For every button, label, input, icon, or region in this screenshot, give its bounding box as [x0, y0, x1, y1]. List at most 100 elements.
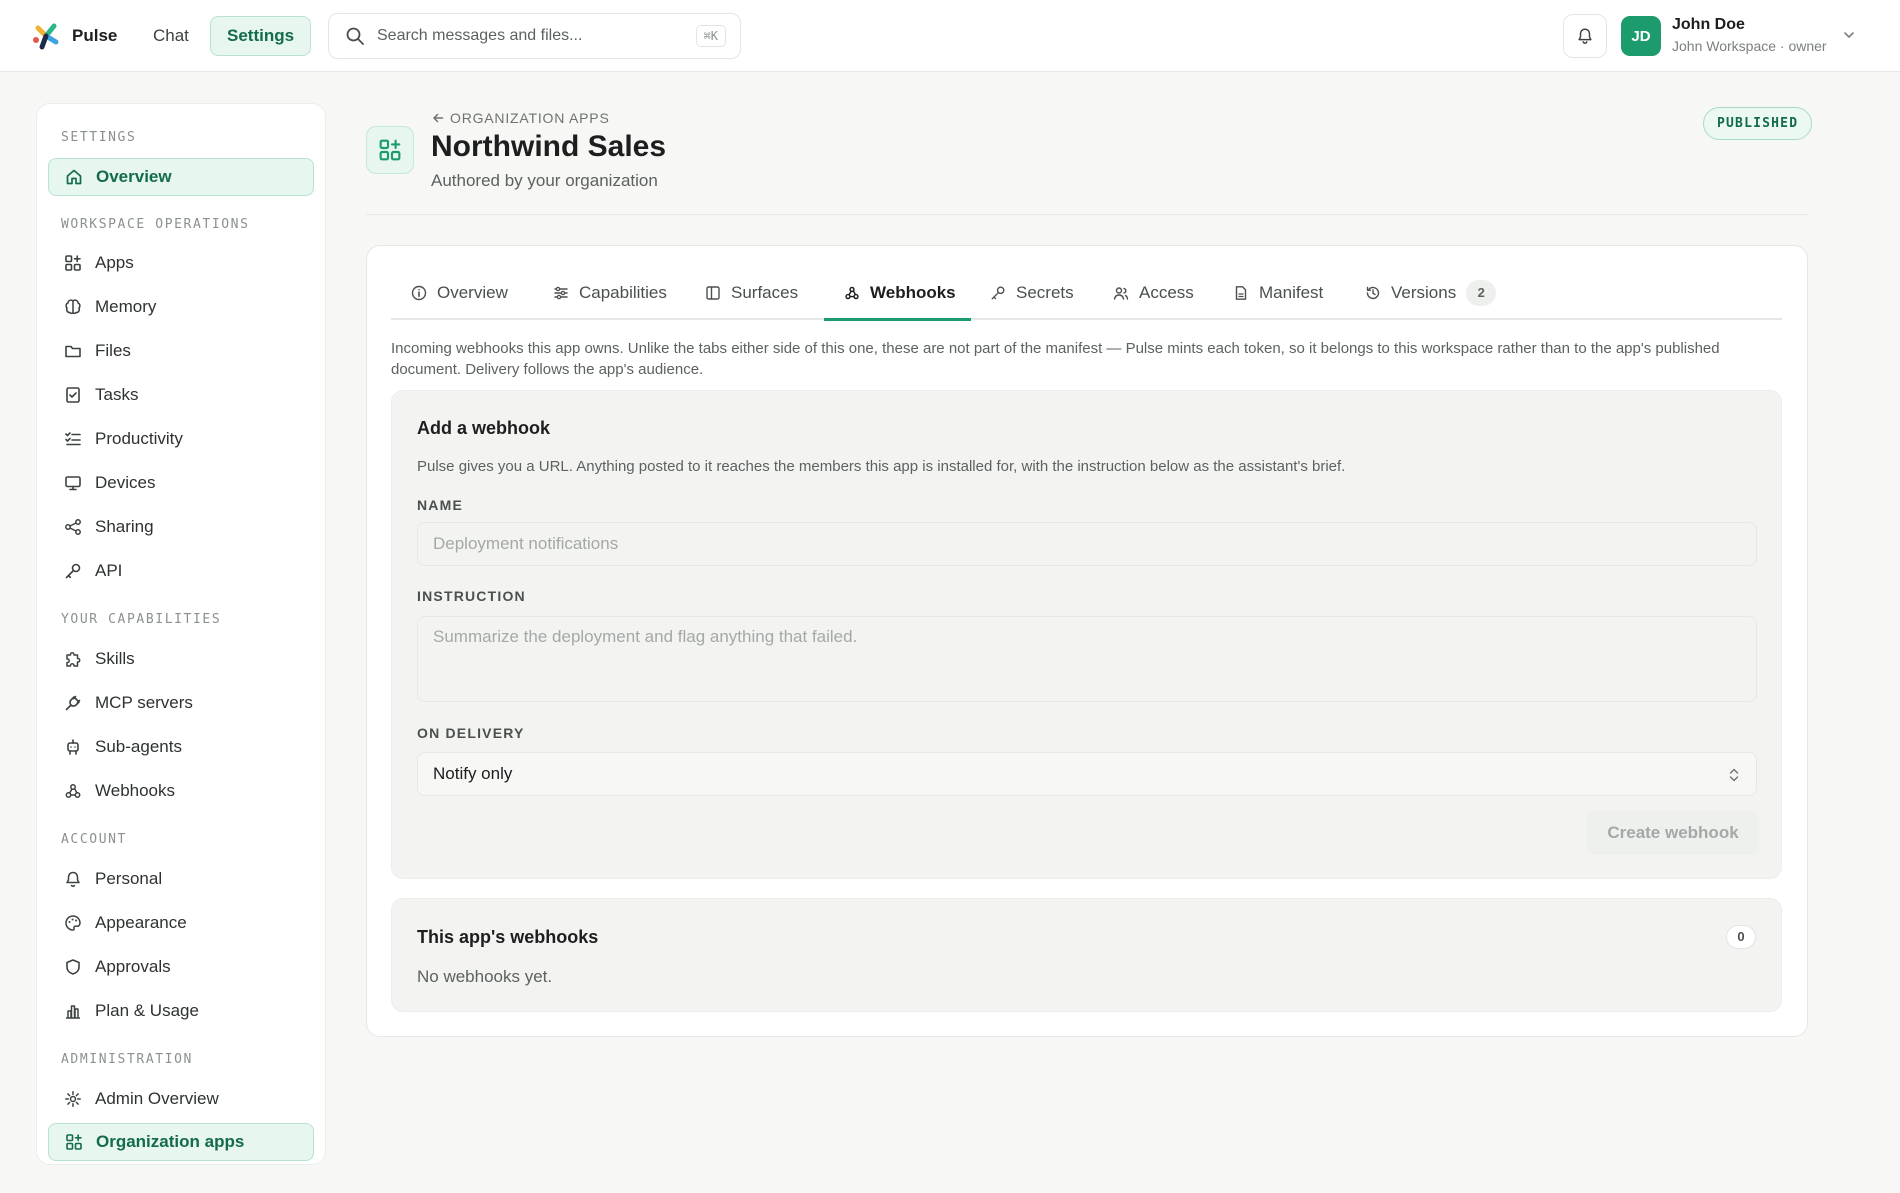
on-delivery-label: ON DELIVERY	[417, 725, 525, 741]
nav-settings[interactable]: Settings	[210, 16, 312, 56]
sidebar-item-memory[interactable]: Memory	[48, 288, 314, 326]
tab-manifest[interactable]: Manifest	[1233, 266, 1323, 320]
arrow-left-icon	[433, 113, 444, 123]
tab-overview[interactable]: Overview	[411, 266, 508, 320]
sidebar-item-webhooks[interactable]: Webhooks	[48, 772, 314, 810]
sidebar-item-personal[interactable]: Personal	[48, 860, 314, 898]
user-name[interactable]: John Doe	[1672, 16, 1745, 34]
bell-icon	[1578, 28, 1592, 44]
section-label-workspace-operations: WORKSPACE OPERATIONS	[61, 217, 250, 232]
tab-label: Versions	[1391, 283, 1457, 302]
sidebar-item-devices[interactable]: Devices	[48, 464, 314, 502]
back-link-label: ORGANIZATION APPS	[450, 110, 610, 126]
section-label-account: ACCOUNT	[61, 832, 127, 847]
sidebar-item-files[interactable]: Files	[48, 332, 314, 370]
webhooks-list-panel: This app's webhooks 0 No webhooks yet.	[391, 898, 1782, 1012]
sidebar-item-organization-apps[interactable]: Organization apps	[48, 1123, 314, 1161]
tab-bar: Overview Capabilities Surfaces Webhooks …	[391, 266, 1782, 321]
sidebar-item-mcp-servers[interactable]: MCP servers	[48, 684, 314, 722]
sidebar-item-appearance[interactable]: Appearance	[48, 904, 314, 942]
sidebar-item-label: Admin Overview	[95, 1089, 219, 1108]
section-label-your-capabilities: YOUR CAPABILITIES	[61, 612, 222, 627]
search-box[interactable]: ⌘K	[328, 13, 741, 59]
search-icon	[346, 27, 364, 45]
nav-chat[interactable]: Chat	[137, 16, 205, 56]
search-shortcut: ⌘K	[695, 25, 726, 47]
sidebar-item-api[interactable]: API	[48, 552, 314, 590]
apps-icon	[65, 255, 81, 271]
tab-label: Overview	[437, 283, 508, 302]
name-label: NAME	[417, 497, 464, 513]
active-tab-indicator	[824, 318, 971, 321]
chevron-updown-icon	[1729, 768, 1739, 782]
on-delivery-select[interactable]: Notify only	[417, 752, 1757, 796]
list-check-icon	[65, 432, 81, 446]
sidebar-item-sharing[interactable]: Sharing	[48, 508, 314, 546]
create-webhook-button[interactable]: Create webhook	[1587, 811, 1759, 855]
back-link[interactable]: ORGANIZATION APPS	[432, 110, 610, 126]
tab-label: Surfaces	[731, 283, 799, 302]
tab-webhooks[interactable]: Webhooks	[844, 266, 956, 320]
app-icon	[366, 126, 414, 174]
sidebar-item-label: Sub-agents	[95, 737, 182, 756]
webhooks-list-title: This app's webhooks	[417, 927, 599, 947]
sidebar-item-sub-agents[interactable]: Sub-agents	[48, 728, 314, 766]
sidebar-item-label: Organization apps	[96, 1132, 245, 1151]
tab-label: Secrets	[1016, 283, 1074, 302]
brand[interactable]: Pulse	[30, 20, 117, 52]
users-icon	[1113, 287, 1129, 300]
sidebar-item-label: MCP servers	[95, 693, 193, 712]
sidebar-item-label: Webhooks	[95, 781, 176, 800]
avatar[interactable]: JD	[1621, 16, 1661, 56]
sidebar-item-tasks[interactable]: Tasks	[48, 376, 314, 414]
sidebar-item-apps[interactable]: Apps	[48, 244, 314, 282]
robot-icon	[67, 739, 79, 755]
sidebar-item-skills[interactable]: Skills	[48, 640, 314, 678]
notifications-button[interactable]	[1563, 14, 1607, 58]
sidebar-item-productivity[interactable]: Productivity	[48, 420, 314, 458]
sidebar-item-plan-usage[interactable]: Plan & Usage	[48, 992, 314, 1030]
chevron-down-icon[interactable]	[1842, 28, 1856, 42]
webhook-icon	[65, 784, 81, 798]
sidebar-item-label: Memory	[95, 297, 157, 316]
info-icon	[411, 285, 427, 301]
instruction-label: INSTRUCTION	[417, 588, 526, 604]
add-webhook-panel: Add a webhook Pulse gives you a URL. Any…	[391, 390, 1782, 879]
tab-capabilities[interactable]: Capabilities	[553, 266, 667, 320]
top-bar: Pulse Chat Settings ⌘K JD John Doe John …	[0, 0, 1900, 72]
key-icon	[65, 563, 81, 579]
apps-icon	[379, 139, 401, 161]
sidebar-item-approvals[interactable]: Approvals	[48, 948, 314, 986]
sidebar-item-label: Sharing	[95, 517, 154, 536]
tab-access[interactable]: Access	[1113, 266, 1194, 320]
search-input[interactable]	[377, 27, 677, 45]
sliders-icon	[554, 286, 568, 300]
settings-sidebar: SETTINGS Overview WORKSPACE OPERATIONS A…	[36, 103, 326, 1165]
tab-label: Webhooks	[870, 283, 956, 302]
add-webhook-title: Add a webhook	[417, 418, 551, 438]
sidebar-item-label: Plan & Usage	[95, 1001, 199, 1020]
tab-versions[interactable]: Versions 2	[1365, 266, 1497, 320]
tab-label: Access	[1139, 283, 1194, 302]
monitor-icon	[65, 476, 81, 491]
file-icon	[1235, 286, 1247, 300]
on-delivery-value: Notify only	[433, 764, 513, 783]
tab-label: Capabilities	[579, 283, 667, 302]
sidebar-item-admin-overview[interactable]: Admin Overview	[48, 1080, 314, 1118]
webhook-icon	[845, 286, 859, 300]
page-subtitle: Authored by your organization	[431, 171, 658, 190]
header-divider	[366, 214, 1808, 215]
sidebar-item-label: Skills	[95, 649, 135, 668]
sidebar-item-overview[interactable]: Overview	[48, 158, 314, 196]
share-icon	[65, 519, 81, 535]
sidebar-item-label: Tasks	[95, 385, 139, 404]
tab-surfaces[interactable]: Surfaces	[705, 266, 798, 320]
sidebar-item-label: Productivity	[95, 429, 183, 448]
folder-icon	[65, 345, 81, 358]
history-icon	[1366, 286, 1380, 300]
shield-icon	[66, 959, 80, 975]
task-icon	[66, 387, 80, 403]
webhook-instruction-input[interactable]	[417, 616, 1757, 702]
webhook-name-input[interactable]	[417, 522, 1757, 566]
tab-secrets[interactable]: Secrets	[990, 266, 1074, 320]
